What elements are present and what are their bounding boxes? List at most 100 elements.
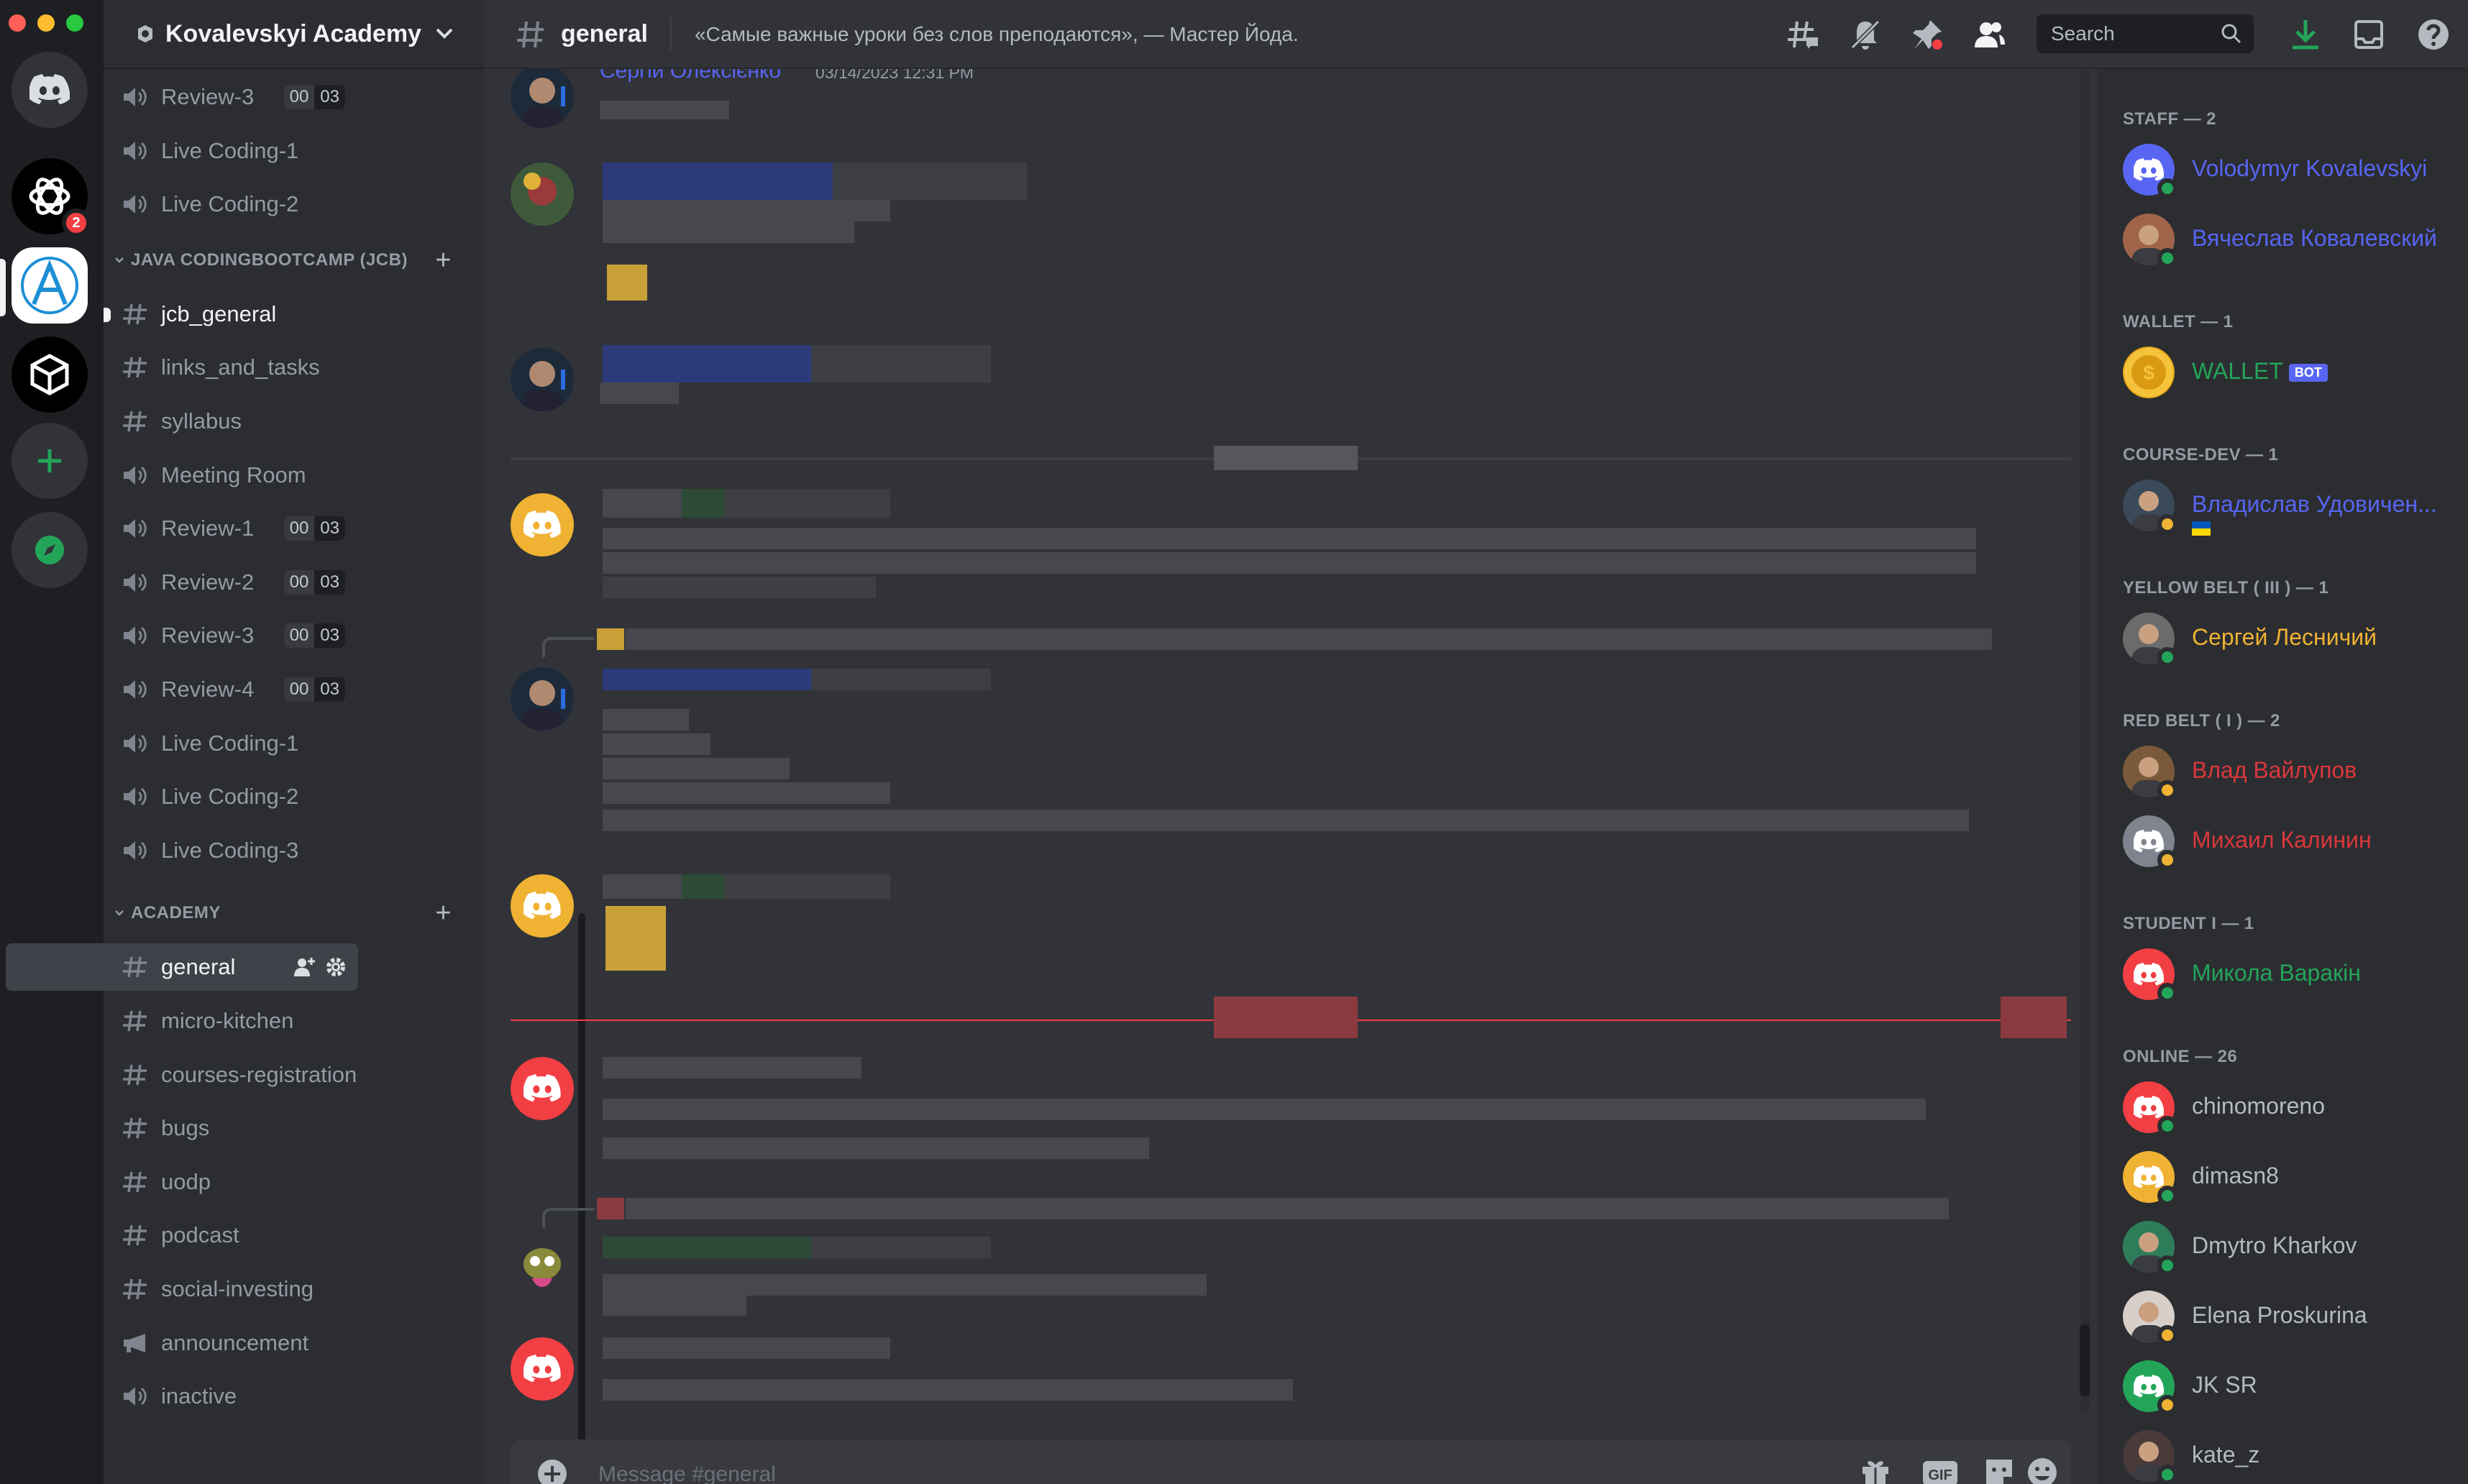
member-name-text: Elena Proskurina <box>2192 1302 2367 1328</box>
pinned-messages-icon[interactable] <box>1910 17 1944 52</box>
speaker-icon <box>124 680 147 699</box>
gift-icon[interactable] <box>1860 1457 1891 1484</box>
upload-plus-icon[interactable] <box>536 1458 568 1484</box>
close-window-button[interactable] <box>9 14 26 32</box>
message-composer[interactable]: Message #general GIF <box>511 1439 2071 1484</box>
hashtag-icon <box>123 357 147 378</box>
avatar[interactable] <box>511 1337 574 1401</box>
member-item[interactable]: Elena Proskurina <box>2123 1285 2461 1345</box>
member-item[interactable]: JK SR <box>2123 1355 2461 1415</box>
emoji-icon[interactable] <box>2026 1457 2058 1484</box>
settings-gear-icon[interactable] <box>325 956 347 978</box>
avatar[interactable] <box>511 874 574 938</box>
avatar[interactable] <box>511 493 574 556</box>
create-channel-button[interactable]: + <box>435 247 452 274</box>
redacted-text <box>603 1379 1293 1401</box>
user-photo-avatar-icon <box>524 173 557 206</box>
channel-live-coding-3[interactable]: Live Coding-3 <box>6 827 358 874</box>
avatar[interactable] <box>511 348 574 411</box>
channel-links-and-tasks[interactable]: links_and_tasks <box>6 344 358 391</box>
member-item[interactable]: kate_z <box>2123 1424 2461 1484</box>
hashtag-icon <box>123 957 147 978</box>
avatar[interactable] <box>511 1235 574 1298</box>
message-list-scrollbar[interactable] <box>2080 69 2090 1412</box>
member-item[interactable]: Михаил Калинин <box>2123 810 2461 870</box>
voice-user-counter: 00 03 <box>283 516 345 541</box>
notification-bell-muted-icon[interactable] <box>1848 17 1883 52</box>
threads-icon[interactable] <box>1785 17 1819 52</box>
channel-uodp[interactable]: uodp <box>6 1158 358 1206</box>
channel-topic[interactable]: «Самые важные уроки без слов преподаются… <box>695 23 1299 46</box>
channel-category[interactable]: JAVA CODINGBOOTCAMP (JCB) + <box>114 246 473 275</box>
channel-general[interactable]: general <box>6 943 358 991</box>
member-item[interactable]: Вячеслав Ковалевский <box>2123 208 2461 268</box>
create-channel-button[interactable]: + <box>435 899 452 927</box>
channel-podcast[interactable]: podcast <box>6 1212 358 1259</box>
channel-review-1[interactable]: Review-1 00 03 <box>6 505 358 552</box>
member-group-heading: ONLINE — 26 <box>2123 1047 2238 1066</box>
gif-icon[interactable]: GIF <box>1921 1457 1959 1484</box>
redacted-text <box>603 528 1976 549</box>
hashtag-icon <box>123 1171 147 1193</box>
sticker-icon[interactable] <box>1983 1457 2015 1484</box>
channel-live-coding-2[interactable]: Live Coding-2 <box>6 180 358 228</box>
channel-bugs[interactable]: bugs <box>6 1104 358 1152</box>
member-item[interactable]: Dmytro Kharkov <box>2123 1215 2461 1275</box>
scrollbar-thumb[interactable] <box>2080 1324 2090 1396</box>
channel-meeting-room[interactable]: Meeting Room <box>6 452 358 499</box>
member-item[interactable]: $ WALLET BOT <box>2123 341 2461 401</box>
minimize-window-button[interactable] <box>37 14 55 32</box>
search-input[interactable]: Search <box>2037 14 2254 53</box>
channel-type-icon <box>121 624 150 647</box>
member-item[interactable]: dimasn8 <box>2123 1145 2461 1206</box>
avatar[interactable] <box>511 69 574 128</box>
channel-social-investing[interactable]: social-investing <box>6 1265 358 1313</box>
discord-default-avatar-icon <box>2134 829 2164 852</box>
member-item[interactable]: Владислав Удовичен... <box>2123 474 2461 536</box>
member-item[interactable]: Влад Вайлупов <box>2123 740 2461 800</box>
channel-live-coding-2[interactable]: Live Coding-2 <box>6 773 358 820</box>
guild-header[interactable]: Kovalevskyi Academy <box>104 0 485 69</box>
avatar[interactable] <box>511 667 574 730</box>
redacted-author <box>603 669 811 690</box>
avatar[interactable] <box>511 1057 574 1120</box>
channel-label: links_and_tasks <box>161 354 320 380</box>
channel-review-3[interactable]: Review-3 00 03 <box>6 73 358 121</box>
help-icon[interactable] <box>2416 17 2451 52</box>
channel-label: Review-3 <box>161 84 255 109</box>
member-item[interactable]: Сергей Лесничий <box>2123 607 2461 667</box>
voice-user-counter: 00 03 <box>283 85 345 109</box>
channel-review-3[interactable]: Review-3 00 03 <box>6 612 358 659</box>
counter-value: 00 <box>283 516 315 541</box>
member-name-text: Volodymyr Kovalevskyi <box>2192 155 2428 181</box>
member-name: Микола Варакін <box>2192 960 2361 986</box>
member-item[interactable]: chinomoreno <box>2123 1076 2461 1136</box>
zoom-window-button[interactable] <box>66 14 83 32</box>
download-icon[interactable] <box>2288 17 2323 52</box>
channel-courses-registration[interactable]: courses-registration <box>6 1051 358 1099</box>
channel-review-2[interactable]: Review-2 00 03 <box>6 559 358 606</box>
member-name: Elena Proskurina <box>2192 1302 2367 1329</box>
member-item[interactable]: Микола Варакін <box>2123 943 2461 1003</box>
create-invite-icon[interactable] <box>293 956 315 978</box>
redacted-text <box>603 552 1976 574</box>
channel-jcb-general[interactable]: jcb_general <box>6 290 358 338</box>
channel-syllabus[interactable]: syllabus <box>6 398 358 445</box>
counter-value: 00 <box>283 677 315 702</box>
channel-announcement[interactable]: announcement <box>6 1319 358 1367</box>
inbox-icon[interactable] <box>2352 17 2386 52</box>
channel-label: micro-kitchen <box>161 1008 294 1033</box>
channel-micro-kitchen[interactable]: micro-kitchen <box>6 997 358 1045</box>
hashtag-icon <box>123 1010 147 1032</box>
channel-category[interactable]: ACADEMY + <box>114 899 473 927</box>
member-list-icon[interactable] <box>1972 17 2006 52</box>
message-input[interactable]: Message #general <box>598 1462 776 1484</box>
channel-review-4[interactable]: Review-4 00 03 <box>6 666 358 713</box>
avatar[interactable] <box>511 162 574 226</box>
message-author[interactable]: Сергій Олексієнко <box>600 69 781 83</box>
channel-live-coding-1[interactable]: Live Coding-1 <box>6 127 358 175</box>
member-item[interactable]: Volodymyr Kovalevskyi <box>2123 138 2461 198</box>
channel-inactive[interactable]: inactive <box>6 1373 358 1420</box>
channel-live-coding-1[interactable]: Live Coding-1 <box>6 720 358 767</box>
member-name: Влад Вайлупов <box>2192 757 2357 784</box>
